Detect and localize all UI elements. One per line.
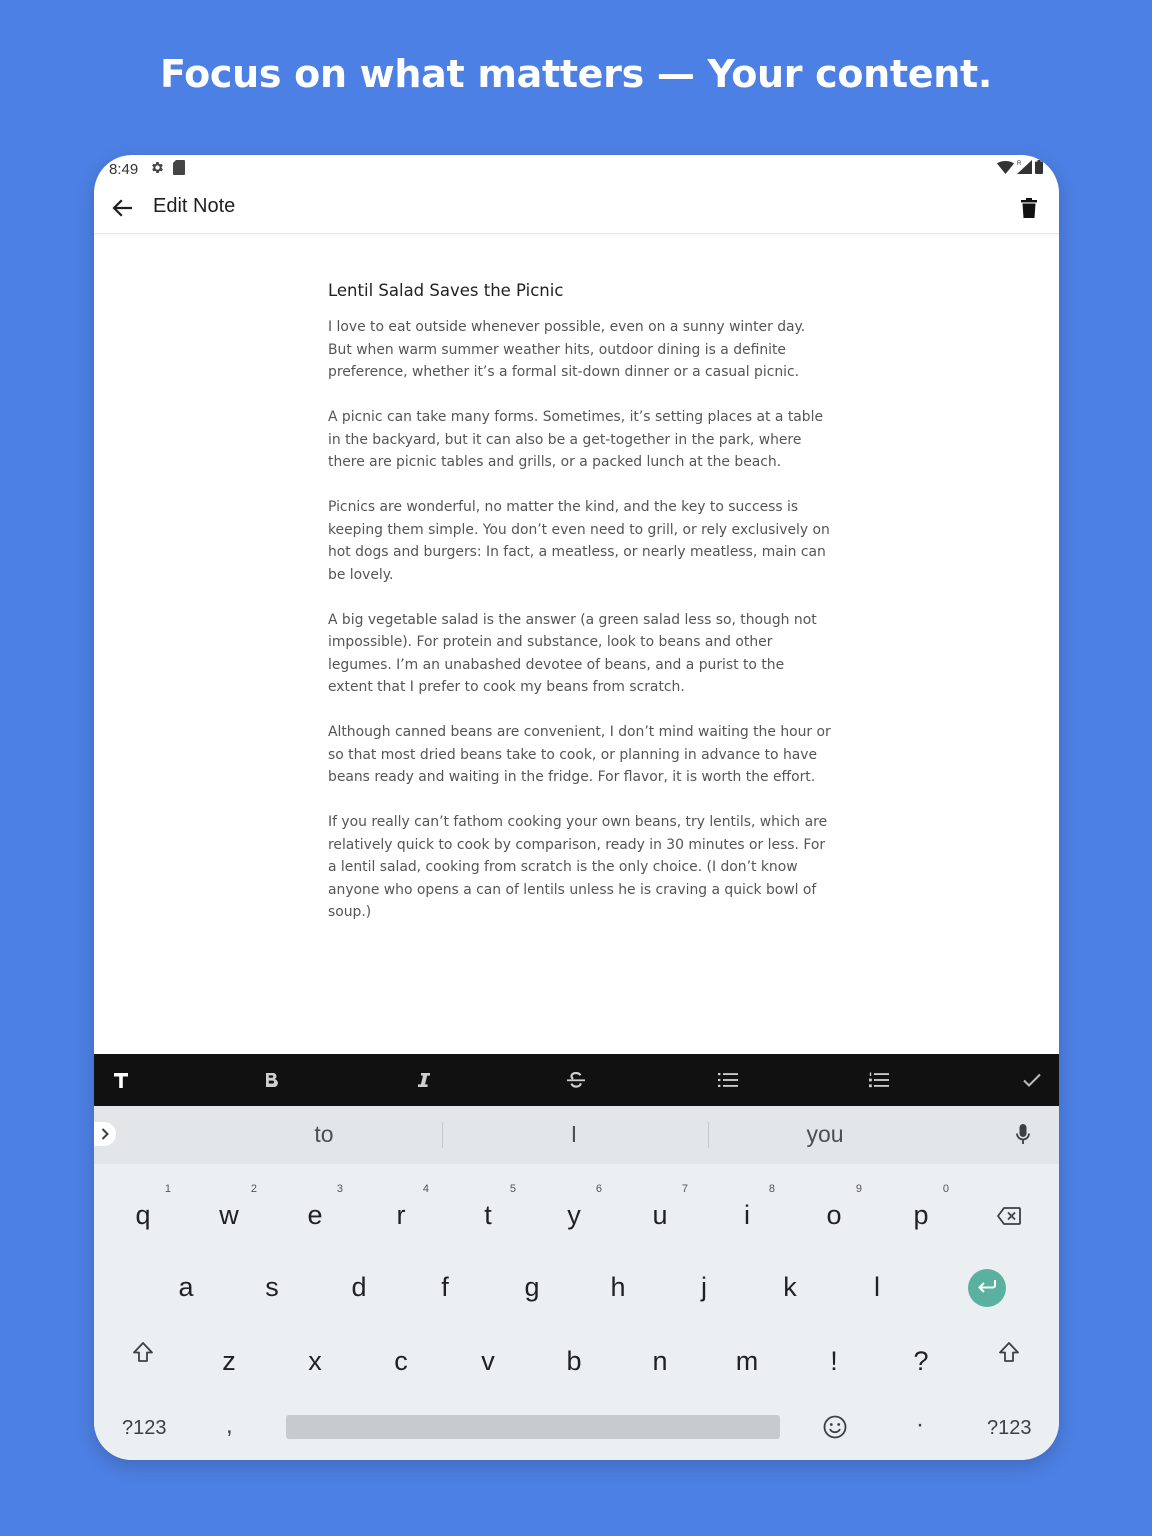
emoji-icon[interactable] <box>821 1413 849 1441</box>
gear-icon <box>150 160 165 179</box>
space-bar[interactable] <box>286 1415 780 1439</box>
text-style-icon[interactable] <box>101 1054 141 1106</box>
key-g[interactable]: g <box>502 1258 562 1318</box>
key-o[interactable]: 9o <box>804 1183 864 1246</box>
key-x[interactable]: x <box>285 1332 345 1392</box>
wifi-icon <box>997 160 1014 178</box>
strikethrough-icon[interactable] <box>556 1054 596 1106</box>
format-toolbar <box>94 1054 1059 1106</box>
key-l[interactable]: l <box>847 1258 907 1318</box>
status-bar: 8:49 R <box>94 155 1059 183</box>
suggestion-item[interactable]: you <box>790 1121 860 1148</box>
note-paragraph[interactable]: If you really can’t fathom cooking your … <box>328 811 833 924</box>
suggestion-item[interactable]: to <box>294 1121 354 1148</box>
check-icon[interactable] <box>1012 1054 1052 1106</box>
comma-key[interactable]: , <box>226 1412 233 1440</box>
italic-icon[interactable] <box>404 1054 444 1106</box>
soft-keyboard: to I you 1q 2w 3e 4r 5t 6y 7u 8i 9o 0p a… <box>94 1106 1059 1460</box>
key-n[interactable]: n <box>630 1332 690 1392</box>
note-title[interactable]: Lentil Salad Saves the Picnic <box>328 279 833 302</box>
microphone-icon[interactable] <box>1012 1122 1034 1148</box>
note-body[interactable]: I love to eat outside whenever possible,… <box>328 316 833 924</box>
key-question[interactable]: ? <box>891 1332 951 1392</box>
key-v[interactable]: v <box>458 1332 518 1392</box>
key-z[interactable]: z <box>199 1332 259 1392</box>
symbols-key[interactable]: ?123 <box>987 1417 1032 1440</box>
key-y[interactable]: 6y <box>544 1183 604 1246</box>
key-u[interactable]: 7u <box>630 1183 690 1246</box>
note-paragraph[interactable]: Although canned beans are convenient, I … <box>328 721 833 789</box>
chevron-right-icon[interactable] <box>94 1122 116 1146</box>
numbered-list-icon[interactable] <box>859 1054 899 1106</box>
signal-icon: R <box>1017 160 1032 178</box>
key-d[interactable]: d <box>329 1258 389 1318</box>
arrow-back-icon[interactable] <box>108 194 136 222</box>
key-j[interactable]: j <box>674 1258 734 1318</box>
key-f[interactable]: f <box>415 1258 475 1318</box>
note-paragraph[interactable]: A big vegetable salad is the answer (a g… <box>328 609 833 699</box>
key-k[interactable]: k <box>760 1258 820 1318</box>
key-w[interactable]: 2w <box>199 1183 259 1246</box>
key-exclamation[interactable]: ! <box>804 1332 864 1392</box>
key-p[interactable]: 0p <box>891 1183 951 1246</box>
bullet-list-icon[interactable] <box>708 1054 748 1106</box>
sd-card-icon <box>173 160 185 179</box>
period-key[interactable]: · <box>916 1411 924 1439</box>
note-paragraph[interactable]: A picnic can take many forms. Sometimes,… <box>328 406 833 474</box>
key-b[interactable]: b <box>544 1332 604 1392</box>
app-bar: Edit Note <box>94 183 1059 234</box>
suggestion-divider <box>442 1122 443 1148</box>
key-r[interactable]: 4r <box>371 1183 431 1246</box>
bold-icon[interactable] <box>252 1054 292 1106</box>
symbols-key[interactable]: ?123 <box>122 1417 167 1440</box>
key-a[interactable]: a <box>156 1258 216 1318</box>
key-e[interactable]: 3e <box>285 1183 345 1246</box>
shift-icon[interactable] <box>130 1339 156 1365</box>
backspace-icon[interactable] <box>994 1201 1024 1231</box>
key-t[interactable]: 5t <box>458 1183 518 1246</box>
key-h[interactable]: h <box>588 1258 648 1318</box>
key-c[interactable]: c <box>371 1332 431 1392</box>
enter-icon <box>977 1279 997 1298</box>
key-q[interactable]: 1q <box>113 1183 173 1246</box>
key-i[interactable]: 8i <box>717 1183 777 1246</box>
tablet-screen: 8:49 R Edit Note Lentil Salad Saves the … <box>94 155 1059 1460</box>
shift-icon[interactable] <box>996 1339 1022 1365</box>
enter-key[interactable] <box>968 1269 1006 1307</box>
trash-icon[interactable] <box>1015 194 1043 222</box>
status-time: 8:49 <box>109 161 139 178</box>
note-paragraph[interactable]: I love to eat outside whenever possible,… <box>328 316 833 384</box>
key-m[interactable]: m <box>717 1332 777 1392</box>
page-title: Edit Note <box>153 195 236 217</box>
note-paragraph[interactable]: Picnics are wonderful, no matter the kin… <box>328 496 833 586</box>
key-s[interactable]: s <box>242 1258 302 1318</box>
note-editor[interactable]: Lentil Salad Saves the Picnic I love to … <box>328 279 833 946</box>
suggestion-strip: to I you <box>94 1106 1059 1164</box>
suggestion-divider <box>708 1122 709 1148</box>
suggestion-item[interactable]: I <box>544 1121 604 1148</box>
battery-icon <box>1035 160 1043 178</box>
svg-text:R: R <box>1017 161 1022 167</box>
promo-headline: Focus on what matters — Your content. <box>159 52 993 96</box>
